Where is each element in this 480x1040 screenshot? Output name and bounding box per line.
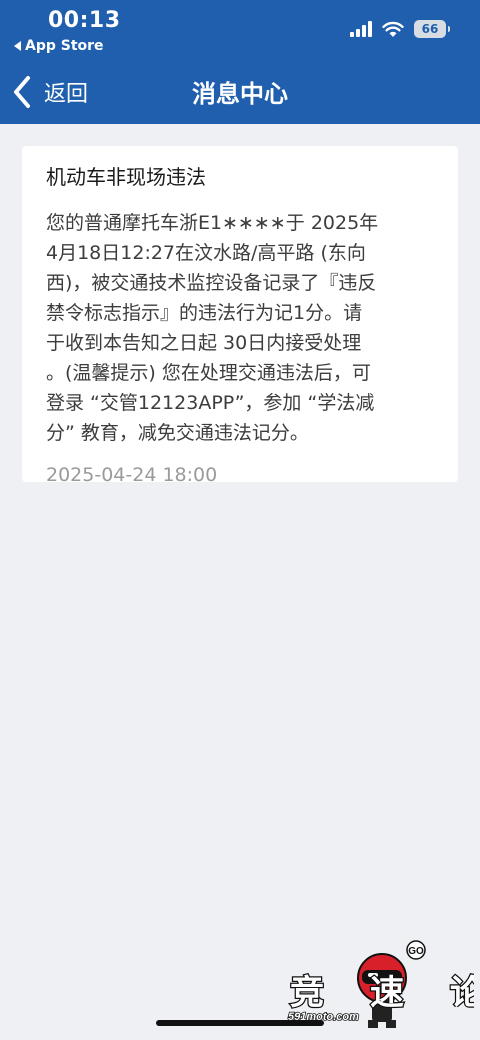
message-line: 登录 “交管12123APP”，参加 “学法减 [46,392,375,414]
message-line: 于收到本告知之日起 30日内接受处理 [46,332,362,354]
message-center-screen: 00:13 App Store 66 返回 消息中心 机动车非现场违法 您的普通… [0,0,480,1040]
message-timestamp: 2025-04-24 18:00 [46,464,218,486]
battery-level: 66 [421,22,439,36]
chevron-left-icon [14,76,30,108]
home-indicator[interactable] [156,1020,324,1026]
message-title: 机动车非现场违法 [46,165,206,189]
watermark-badge: GO [408,946,424,957]
message-line: 。(温馨提示) 您在处理交通违法后，可 [46,362,371,384]
forum-watermark-logo: GO 竞速论坛 591moto.com [287,940,474,1028]
wifi-icon [382,21,404,37]
watermark-brand: 竞速论坛 [290,973,474,1013]
app-header: 00:13 App Store 66 返回 消息中心 [0,0,480,124]
battery-icon: 66 [414,20,450,38]
back-label: 返回 [44,82,89,107]
message-line: 您的普通摩托车浙E1∗∗∗∗于 2025年 [46,212,379,234]
message-line: 西)，被交通技术监控设备记录了『违反 [46,272,377,294]
message-line: 禁令标志指示』的违法行为记1分。请 [46,302,363,324]
return-app-label: App Store [25,38,104,54]
return-to-app-store-link[interactable]: App Store [14,38,104,54]
status-icons: 66 [350,20,450,38]
cellular-signal-icon [350,21,372,37]
message-line: 4月18日12:27在汶水路/高平路 (东向 [46,242,366,264]
message-card[interactable]: 机动车非现场违法 您的普通摩托车浙E1∗∗∗∗于 2025年 4月18日12:2… [22,146,458,486]
message-body: 您的普通摩托车浙E1∗∗∗∗于 2025年 4月18日12:27在汶水路/高平路… [46,208,434,448]
message-line: 分” 教育，减免交通违法记分。 [46,422,309,444]
back-button[interactable]: 返回 [10,72,88,112]
back-triangle-icon [14,41,21,51]
status-time: 00:13 [48,8,121,33]
